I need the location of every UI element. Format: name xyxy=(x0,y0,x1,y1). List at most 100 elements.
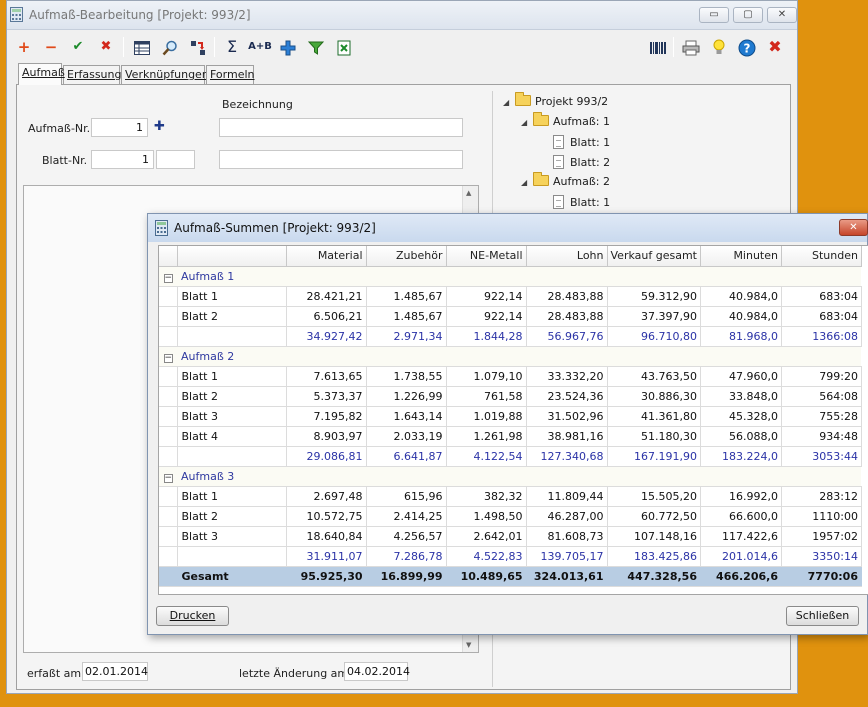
cancel-icon[interactable]: ✖ xyxy=(95,36,117,58)
value-cell: 28.483,88 xyxy=(526,306,608,327)
group-title: Aufmaß 1 xyxy=(177,266,862,287)
value-cell: 33.848,0 xyxy=(700,386,782,407)
filter-icon[interactable] xyxy=(305,36,327,58)
window-title: Aufmaß-Bearbeitung [Projekt: 993/2] xyxy=(29,8,251,22)
close-button[interactable]: Schließen xyxy=(786,606,859,626)
table-row[interactable]: Blatt 3 7.195,82 1.643,14 1.019,88 31.502,96… xyxy=(159,406,862,427)
tree-node-blatt[interactable]: Blatt: 1 xyxy=(553,135,610,153)
column-header-ne-metall[interactable]: NE-Metall xyxy=(446,246,527,267)
tree-node-project[interactable]: ◢ Projekt 993/2 xyxy=(503,92,608,113)
sum-icon[interactable]: Σ xyxy=(221,36,243,58)
a-plus-b-icon[interactable]: A+B xyxy=(247,36,273,58)
collapse-arrow-icon[interactable]: ◢ xyxy=(503,98,515,107)
print-button-label: Drucken xyxy=(169,609,216,622)
table-row[interactable]: Blatt 2 5.373,37 1.226,99 761,58 23.524,36 30… xyxy=(159,386,862,407)
blatt-nr-extra-field[interactable] xyxy=(156,150,195,169)
value-cell: 2.033,19 xyxy=(366,426,447,447)
document-icon xyxy=(553,195,564,209)
tab-verknuepfungen[interactable]: Verknüpfungen xyxy=(121,65,209,84)
excel-export-icon[interactable] xyxy=(333,36,355,58)
subtotal-cell: 167.191,90 xyxy=(607,446,701,467)
add-aufmass-icon[interactable]: ✚ xyxy=(154,119,165,134)
close-window-button[interactable]: ✕ xyxy=(767,7,797,23)
tree-node-aufmass-2[interactable]: ◢ Aufmaß: 2 xyxy=(521,172,610,193)
collapse-icon[interactable]: − xyxy=(163,273,173,283)
search-icon[interactable] xyxy=(159,36,181,58)
tab-erfassung[interactable]: Erfassung xyxy=(63,65,121,84)
collapse-arrow-icon[interactable]: ◢ xyxy=(521,178,533,187)
scroll-up-icon[interactable]: ▲ xyxy=(466,189,471,197)
tab-formeln[interactable]: Formeln xyxy=(206,65,255,84)
column-header-stunden[interactable]: Stunden xyxy=(781,246,862,267)
value-cell: 1.485,67 xyxy=(366,286,447,307)
expander-cell[interactable]: − xyxy=(159,346,177,367)
scroll-down-icon[interactable]: ▼ xyxy=(466,641,471,649)
collapse-icon[interactable]: − xyxy=(163,473,173,483)
geaendert-date-field[interactable]: 04.02.2014 xyxy=(344,662,410,681)
help-icon[interactable]: ? xyxy=(736,36,758,58)
subtotal-cell: 4.122,54 xyxy=(446,446,527,467)
group-row[interactable]: − Aufmaß 1 xyxy=(159,266,862,287)
table-row[interactable]: Blatt 1 28.421,21 1.485,67 922,14 28.483,88 5… xyxy=(159,286,862,307)
value-cell: 1.643,14 xyxy=(366,406,447,427)
collapse-icon[interactable]: − xyxy=(163,353,173,363)
subtotal-row[interactable]: 34.927,42 2.971,34 1.844,28 56.967,76 96.710… xyxy=(159,326,862,347)
indent-cell xyxy=(159,566,178,587)
print-button[interactable]: Drucken xyxy=(156,606,229,626)
tree-node-blatt[interactable]: Blatt: 1 xyxy=(553,195,610,213)
expander-cell[interactable]: − xyxy=(159,266,177,287)
table-row[interactable]: Blatt 1 2.697,48 615,96 382,32 11.809,44 15.5… xyxy=(159,486,862,507)
expander-cell[interactable]: − xyxy=(159,466,177,487)
column-header-lohn[interactable]: Lohn xyxy=(526,246,608,267)
table-row[interactable]: Blatt 2 6.506,21 1.485,67 922,14 28.483,88 37… xyxy=(159,306,862,327)
close-icon[interactable]: ✖ xyxy=(764,36,786,58)
value-cell: 28.421,21 xyxy=(286,286,367,307)
bezeichnung-aufmass-field[interactable] xyxy=(219,118,463,137)
add-icon[interactable]: + xyxy=(13,36,35,58)
collapse-arrow-icon[interactable]: ◢ xyxy=(521,118,533,127)
barcode-icon[interactable] xyxy=(647,36,669,58)
lightbulb-icon[interactable] xyxy=(708,36,730,58)
subtotal-name-cell xyxy=(177,546,287,567)
toolbar-separator xyxy=(123,37,124,57)
group-row[interactable]: − Aufmaß 2 xyxy=(159,346,862,367)
aufmass-nr-field[interactable]: 1 xyxy=(91,118,148,137)
table-icon[interactable] xyxy=(131,36,153,58)
confirm-icon[interactable]: ✔ xyxy=(67,36,89,58)
value-cell: 40.984,0 xyxy=(700,306,782,327)
dialog-close-button[interactable]: ✕ xyxy=(839,219,868,236)
subtotal-row[interactable]: 31.911,07 7.286,78 4.522,83 139.705,17 183.4… xyxy=(159,546,862,567)
value-cell: 615,96 xyxy=(366,486,447,507)
maximize-button[interactable]: ▢ xyxy=(733,7,763,23)
tab-aufmass[interactable]: Aufmaß xyxy=(18,63,65,85)
column-header-zubehoer[interactable]: Zubehör xyxy=(366,246,447,267)
total-cell: 95.925,30 xyxy=(286,566,367,587)
value-cell: 1.019,88 xyxy=(446,406,527,427)
group-row[interactable]: − Aufmaß 3 xyxy=(159,466,862,487)
table-row[interactable]: Blatt 3 18.640,84 4.256,57 2.642,01 81.608,7… xyxy=(159,526,862,547)
bezeichnung-blatt-field[interactable] xyxy=(219,150,463,169)
print-icon[interactable] xyxy=(680,36,702,58)
subtotal-cell: 201.014,6 xyxy=(700,546,782,567)
column-header-verkauf-gesamt[interactable]: Verkauf gesamt xyxy=(607,246,701,267)
indent-cell xyxy=(159,506,178,527)
column-header-minuten[interactable]: Minuten xyxy=(700,246,782,267)
minimize-button[interactable]: ▭ xyxy=(699,7,729,23)
total-cell: 10.489,65 xyxy=(446,566,527,587)
total-row[interactable]: Gesamt 95.925,30 16.899,99 10.489,65 324.013… xyxy=(159,566,862,587)
blatt-nr-field[interactable]: 1 xyxy=(91,150,154,169)
column-header-material[interactable]: Material xyxy=(286,246,367,267)
value-cell: 60.772,50 xyxy=(607,506,701,527)
table-row[interactable]: Blatt 1 7.613,65 1.738,55 1.079,10 33.332,20… xyxy=(159,366,862,387)
erfasst-date-field[interactable]: 02.01.2014 xyxy=(82,662,148,681)
group-title: Aufmaß 3 xyxy=(177,466,862,487)
value-cell: 15.505,20 xyxy=(607,486,701,507)
tree-node-blatt[interactable]: Blatt: 2 xyxy=(553,155,610,173)
remove-icon[interactable]: − xyxy=(40,36,62,58)
move-icon[interactable] xyxy=(187,36,209,58)
subtotal-row[interactable]: 29.086,81 6.641,87 4.122,54 127.340,68 167.1… xyxy=(159,446,862,467)
table-row[interactable]: Blatt 2 10.572,75 2.414,25 1.498,50 46.287,0… xyxy=(159,506,862,527)
plus-circle-icon[interactable] xyxy=(277,36,299,58)
table-row[interactable]: Blatt 4 8.903,97 2.033,19 1.261,98 38.981,16… xyxy=(159,426,862,447)
tree-node-aufmass-1[interactable]: ◢ Aufmaß: 1 xyxy=(521,112,610,133)
